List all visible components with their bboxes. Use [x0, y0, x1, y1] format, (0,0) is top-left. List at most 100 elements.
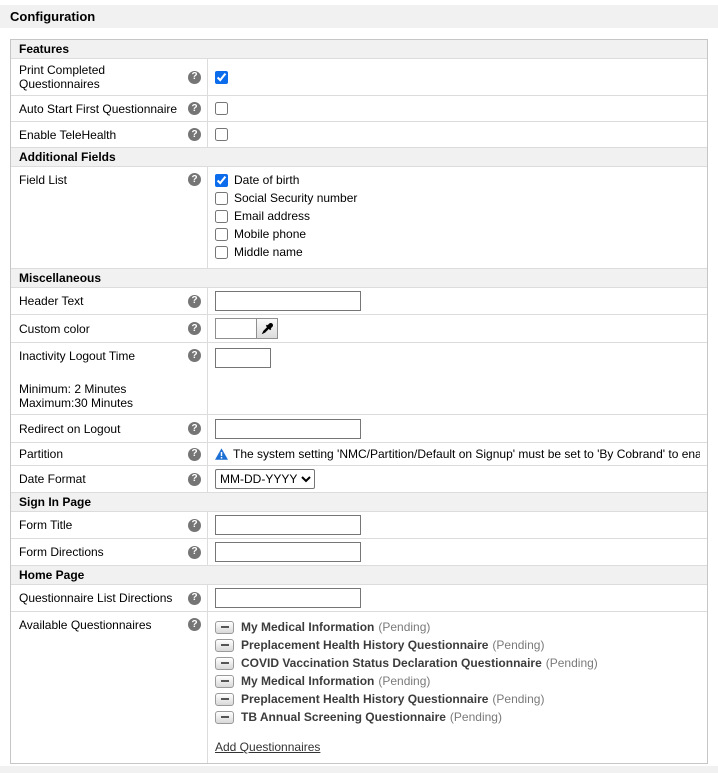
footer-section-bar — [0, 766, 718, 773]
row-form-directions: Form Directions — [11, 539, 707, 566]
questionnaire-name: Preplacement Health History Questionnair… — [241, 638, 488, 652]
row-print-completed-questionnaires: Print Completed Questionnaires — [11, 59, 707, 96]
value-cell: My Medical Information(Pending) Preplace… — [207, 612, 707, 763]
form-title-input[interactable] — [215, 515, 361, 535]
inactivity-logout-time-input[interactable] — [215, 348, 271, 368]
help-icon[interactable] — [188, 618, 201, 631]
questionnaire-text: My Medical Information(Pending) — [241, 674, 430, 688]
questionnaire-status: (Pending) — [450, 710, 502, 724]
field-option-ssn: Social Security number — [215, 191, 357, 205]
questionnaire-name: My Medical Information — [241, 620, 374, 634]
section-title: Sign In Page — [19, 495, 91, 509]
field-label: Field List — [19, 173, 67, 187]
questionnaire-text: Preplacement Health History Questionnair… — [241, 692, 544, 706]
row-auto-start-first-questionnaire: Auto Start First Questionnaire — [11, 96, 707, 122]
help-icon[interactable] — [188, 349, 201, 362]
help-icon[interactable] — [188, 102, 201, 115]
questionnaire-name: COVID Vaccination Status Declaration Que… — [241, 656, 542, 670]
inactivity-maximum-note: Maximum:30 Minutes — [19, 396, 133, 410]
questionnaire-item: TB Annual Screening Questionnaire(Pendin… — [215, 710, 598, 724]
partition-warning-text: The system setting 'NMC/Partition/Defaul… — [233, 447, 700, 461]
section-title: Additional Fields — [19, 150, 116, 164]
section-title: Miscellaneous — [19, 271, 101, 285]
minus-icon — [221, 662, 229, 664]
auto-start-first-questionnaire-checkbox[interactable] — [215, 102, 228, 115]
questionnaire-list-directions-input[interactable] — [215, 588, 361, 608]
help-icon[interactable] — [188, 322, 201, 335]
help-icon[interactable] — [188, 592, 201, 605]
questionnaire-status: (Pending) — [546, 656, 598, 670]
remove-questionnaire-button[interactable] — [215, 621, 234, 634]
field-list-options: Date of birth Social Security number Ema… — [215, 170, 357, 265]
social-security-number-checkbox[interactable] — [215, 192, 228, 205]
value-cell — [207, 539, 707, 565]
section-title: Features — [19, 42, 69, 56]
label-cell: Date Format — [11, 466, 207, 492]
value-cell — [207, 288, 707, 314]
color-picker-button[interactable] — [256, 319, 277, 338]
questionnaire-name: My Medical Information — [241, 674, 374, 688]
minus-icon — [221, 680, 229, 682]
minus-icon — [221, 716, 229, 718]
field-label: Available Questionnaires — [19, 618, 152, 632]
mobile-phone-checkbox[interactable] — [215, 228, 228, 241]
label-cell: Custom color — [11, 315, 207, 342]
custom-color-input[interactable] — [216, 319, 256, 338]
header-text-input[interactable] — [215, 291, 361, 311]
label-cell: Form Title — [11, 512, 207, 538]
row-questionnaire-list-directions: Questionnaire List Directions — [11, 585, 707, 612]
help-icon[interactable] — [188, 546, 201, 559]
section-title: Home Page — [19, 568, 84, 582]
field-label: Form Title — [19, 518, 72, 532]
help-icon[interactable] — [188, 519, 201, 532]
field-label: Enable TeleHealth — [19, 128, 116, 142]
remove-questionnaire-button[interactable] — [215, 639, 234, 652]
field-label: Date Format — [19, 472, 86, 486]
help-icon[interactable] — [188, 173, 201, 186]
value-cell — [207, 343, 707, 414]
remove-questionnaire-button[interactable] — [215, 711, 234, 724]
redirect-on-logout-input[interactable] — [215, 419, 361, 439]
row-field-list: Field List Date of birth Social Security… — [11, 167, 707, 269]
field-label: Form Directions — [19, 545, 104, 559]
field-label: Questionnaire List Directions — [19, 591, 172, 605]
date-format-select[interactable]: MM-DD-YYYY — [215, 469, 315, 489]
label-cell: Questionnaire List Directions — [11, 585, 207, 611]
remove-questionnaire-button[interactable] — [215, 657, 234, 670]
inactivity-limits: Minimum: 2 Minutes Maximum:30 Minutes — [19, 382, 133, 410]
email-address-checkbox[interactable] — [215, 210, 228, 223]
help-icon[interactable] — [188, 473, 201, 486]
row-available-questionnaires: Available Questionnaires My Medical Info… — [11, 612, 707, 763]
enable-telehealth-checkbox[interactable] — [215, 128, 228, 141]
date-of-birth-checkbox[interactable] — [215, 174, 228, 187]
field-label: Inactivity Logout Time — [19, 349, 135, 363]
field-label: Custom color — [19, 322, 90, 336]
remove-questionnaire-button[interactable] — [215, 675, 234, 688]
middle-name-checkbox[interactable] — [215, 246, 228, 259]
help-icon[interactable] — [188, 71, 201, 84]
help-icon[interactable] — [188, 295, 201, 308]
section-header-home-page: Home Page — [11, 566, 707, 585]
row-enable-telehealth: Enable TeleHealth — [11, 122, 707, 148]
minus-icon — [221, 698, 229, 700]
field-option-date-of-birth: Date of birth — [215, 173, 357, 187]
help-icon[interactable] — [188, 422, 201, 435]
minus-icon — [221, 644, 229, 646]
value-cell — [207, 512, 707, 538]
questionnaire-item: Preplacement Health History Questionnair… — [215, 638, 598, 652]
help-icon[interactable] — [188, 448, 201, 461]
remove-questionnaire-button[interactable] — [215, 693, 234, 706]
field-label: Partition — [19, 447, 63, 461]
print-completed-questionnaires-checkbox[interactable] — [215, 71, 228, 84]
label-cell: Form Directions — [11, 539, 207, 565]
questionnaire-status: (Pending) — [378, 620, 430, 634]
add-questionnaires-link[interactable]: Add Questionnaires — [215, 740, 320, 754]
form-directions-input[interactable] — [215, 542, 361, 562]
row-inactivity-logout-time: Inactivity Logout Time Minimum: 2 Minute… — [11, 343, 707, 415]
label-cell: Enable TeleHealth — [11, 122, 207, 147]
label-cell: Field List — [11, 167, 207, 268]
questionnaire-item: COVID Vaccination Status Declaration Que… — [215, 656, 598, 670]
questionnaire-text: Preplacement Health History Questionnair… — [241, 638, 544, 652]
help-icon[interactable] — [188, 128, 201, 141]
field-label: Print Completed Questionnaires — [19, 63, 184, 91]
